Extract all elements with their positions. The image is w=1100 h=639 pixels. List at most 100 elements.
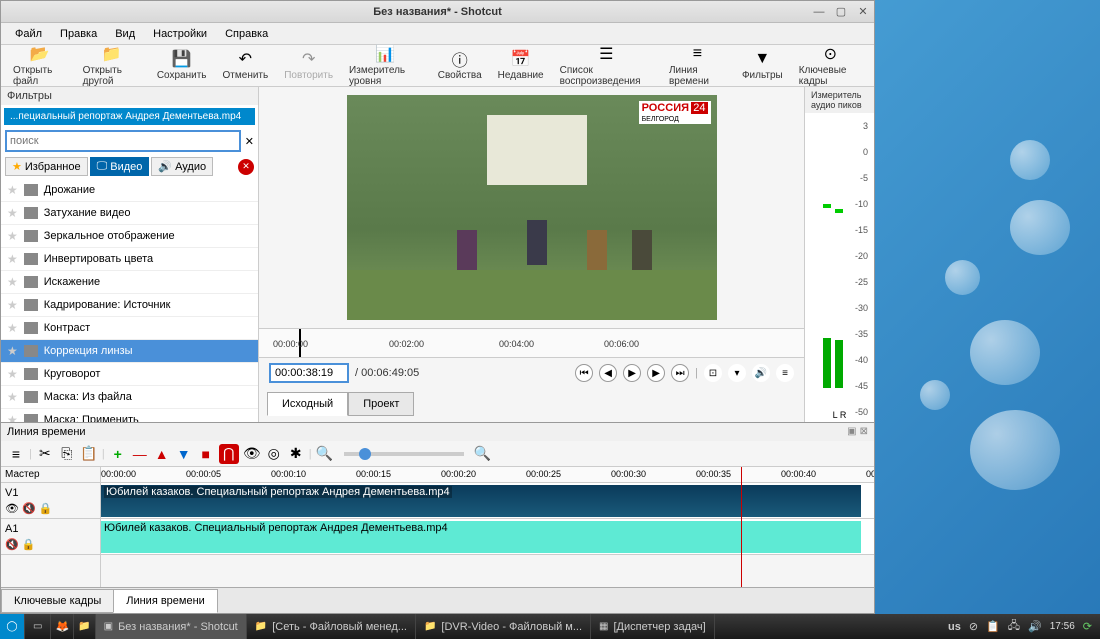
timeline-playhead[interactable]	[741, 467, 742, 587]
maximize-button[interactable]: ▢	[834, 5, 848, 19]
tl-zoom-in-button[interactable]: 🔍	[474, 445, 492, 463]
star-icon[interactable]: ★	[7, 252, 18, 266]
filter-list[interactable]: ★Дрожание★Затухание видео★Зеркальное ото…	[1, 179, 258, 422]
tl-lift-button[interactable]: ▲	[153, 445, 171, 463]
tl-snap-button[interactable]: ⋂	[219, 444, 239, 464]
timeline-ruler[interactable]: 00:00:0000:00:0500:00:1000:00:1500:00:20…	[101, 467, 874, 483]
taskbar-filemanager-2[interactable]: 📁 [DVR-Video - Файловый м...	[416, 614, 591, 639]
skip-start-button[interactable]: ⏮	[575, 364, 593, 382]
clear-search-icon[interactable]: ✕	[245, 135, 254, 148]
filter-item[interactable]: ★Маска: Из файла	[1, 386, 258, 409]
tl-ripple-all-button[interactable]: ✱	[287, 445, 305, 463]
show-desktop-button[interactable]: ▭	[25, 614, 51, 639]
tl-paste-button[interactable]: 📋	[80, 445, 98, 463]
tl-ripple-button[interactable]: ◎	[265, 445, 283, 463]
skip-end-button[interactable]: ⏭	[671, 364, 689, 382]
more-button[interactable]: ≡	[776, 364, 794, 382]
titlebar[interactable]: Без названия* - Shotcut — ▢ ✕	[1, 1, 874, 23]
play-button[interactable]: ▶	[623, 364, 641, 382]
taskbar-filemanager-1[interactable]: 📁 [Сеть - Файловый менед...	[247, 614, 416, 639]
zoom-button[interactable]: ⊡	[704, 364, 722, 382]
close-button[interactable]: ✕	[856, 5, 870, 19]
audio-clip[interactable]: Юбилей казаков. Специальный репортаж Анд…	[101, 521, 861, 553]
keyframes-button[interactable]: ⊙Ключевые кадры	[793, 43, 868, 89]
redo-button[interactable]: ↷Повторить	[278, 48, 339, 83]
files-launcher[interactable]: 📁	[74, 614, 95, 639]
undo-button[interactable]: ↶Отменить	[217, 48, 275, 83]
open-other-button[interactable]: 📁Открыть другой	[77, 43, 147, 89]
tl-split-button[interactable]: ■	[197, 445, 215, 463]
star-icon[interactable]: ★	[7, 413, 18, 422]
tray-volume-icon[interactable]: 🔊	[1028, 620, 1042, 633]
current-file-chip[interactable]: ...пециальный репортаж Андрея Дементьева…	[4, 108, 255, 125]
volume-button[interactable]: 🔊	[752, 364, 770, 382]
player-ruler[interactable]: 00:00:00 00:02:00 00:04:00 00:06:00	[259, 328, 804, 358]
grid-button[interactable]: ▾	[728, 364, 746, 382]
peak-meter-button[interactable]: 📊Измеритель уровня	[343, 43, 428, 89]
start-button[interactable]: ◯	[0, 614, 25, 639]
eye-icon[interactable]: 👁	[5, 502, 19, 515]
tab-video[interactable]: 🖵Видео	[90, 157, 150, 176]
star-icon[interactable]: ★	[7, 298, 18, 312]
filter-item[interactable]: ★Коррекция линзы	[1, 340, 258, 363]
filters-button[interactable]: ▼Фильтры	[736, 48, 789, 83]
clock[interactable]: 17:56	[1050, 621, 1075, 632]
tray-clipboard-icon[interactable]: 📋	[986, 620, 1000, 633]
star-icon[interactable]: ★	[7, 344, 18, 358]
menu-settings[interactable]: Настройки	[145, 25, 215, 43]
lock-icon[interactable]: 🔒	[22, 538, 36, 551]
tl-remove-button[interactable]: —	[131, 445, 149, 463]
tl-overwrite-button[interactable]: ▼	[175, 445, 193, 463]
taskbar-shotcut[interactable]: ▣ Без названия* - Shotcut	[96, 614, 247, 639]
filter-item[interactable]: ★Зеркальное отображение	[1, 225, 258, 248]
tl-cut-button[interactable]: ✂	[36, 445, 54, 463]
keyboard-layout[interactable]: us	[948, 621, 961, 633]
tl-append-button[interactable]: +	[109, 445, 127, 463]
tl-zoom-out-button[interactable]: 🔍	[316, 445, 334, 463]
lock-icon[interactable]: 🔒	[39, 502, 53, 515]
filter-item[interactable]: ★Маска: Применить	[1, 409, 258, 422]
tray-updates-icon[interactable]: ⊘	[969, 620, 978, 633]
menu-file[interactable]: Файл	[7, 25, 50, 43]
filter-item[interactable]: ★Инвертировать цвета	[1, 248, 258, 271]
star-icon[interactable]: ★	[7, 367, 18, 381]
tl-copy-button[interactable]: ⎘	[58, 445, 76, 463]
filter-item[interactable]: ★Искажение	[1, 271, 258, 294]
video-preview[interactable]: РОССИЯ 24 БЕЛГОРОД	[347, 95, 717, 320]
star-icon[interactable]: ★	[7, 206, 18, 220]
menu-help[interactable]: Справка	[217, 25, 276, 43]
properties-button[interactable]: ⓘСвойства	[432, 48, 488, 83]
filter-item[interactable]: ★Затухание видео	[1, 202, 258, 225]
tab-source[interactable]: Исходный	[267, 392, 348, 416]
tl-menu-button[interactable]: ≡	[7, 445, 25, 463]
prev-frame-button[interactable]: ◀	[599, 364, 617, 382]
filter-search-input[interactable]	[5, 130, 241, 152]
tl-zoom-slider[interactable]	[344, 452, 464, 456]
save-button[interactable]: 💾Сохранить	[151, 48, 213, 83]
firefox-launcher[interactable]: 🦊	[51, 614, 74, 639]
tab-audio[interactable]: 🔊Аудио	[151, 157, 213, 176]
mute-icon[interactable]: 🔇	[5, 538, 19, 551]
tl-scrub-button[interactable]: 👁	[243, 445, 261, 463]
filter-item[interactable]: ★Контраст	[1, 317, 258, 340]
track-v1[interactable]: Юбилей казаков. Специальный репортаж Анд…	[101, 483, 874, 519]
btab-timeline[interactable]: Линия времени	[113, 589, 218, 613]
filter-item[interactable]: ★Дрожание	[1, 179, 258, 202]
menu-view[interactable]: Вид	[107, 25, 143, 43]
tab-project[interactable]: Проект	[348, 392, 414, 416]
tray-network-icon[interactable]: 🖧	[1008, 617, 1020, 636]
btab-keyframes[interactable]: Ключевые кадры	[1, 589, 114, 613]
track-a1[interactable]: Юбилей казаков. Специальный репортаж Анд…	[101, 519, 874, 555]
track-v1-header[interactable]: V1 👁🔇🔒	[1, 483, 100, 519]
filter-item[interactable]: ★Круговорот	[1, 363, 258, 386]
star-icon[interactable]: ★	[7, 275, 18, 289]
next-frame-button[interactable]: ▶	[647, 364, 665, 382]
tray-logout-icon[interactable]: ⟳	[1083, 620, 1092, 633]
track-a1-header[interactable]: A1 🔇🔒	[1, 519, 100, 555]
star-icon[interactable]: ★	[7, 229, 18, 243]
video-clip[interactable]: Юбилей казаков. Специальный репортаж Анд…	[101, 485, 861, 517]
timeline-close-icon[interactable]: ⊠	[860, 426, 868, 438]
star-icon[interactable]: ★	[7, 390, 18, 404]
star-icon[interactable]: ★	[7, 183, 18, 197]
mute-icon[interactable]: 🔇	[22, 502, 36, 515]
